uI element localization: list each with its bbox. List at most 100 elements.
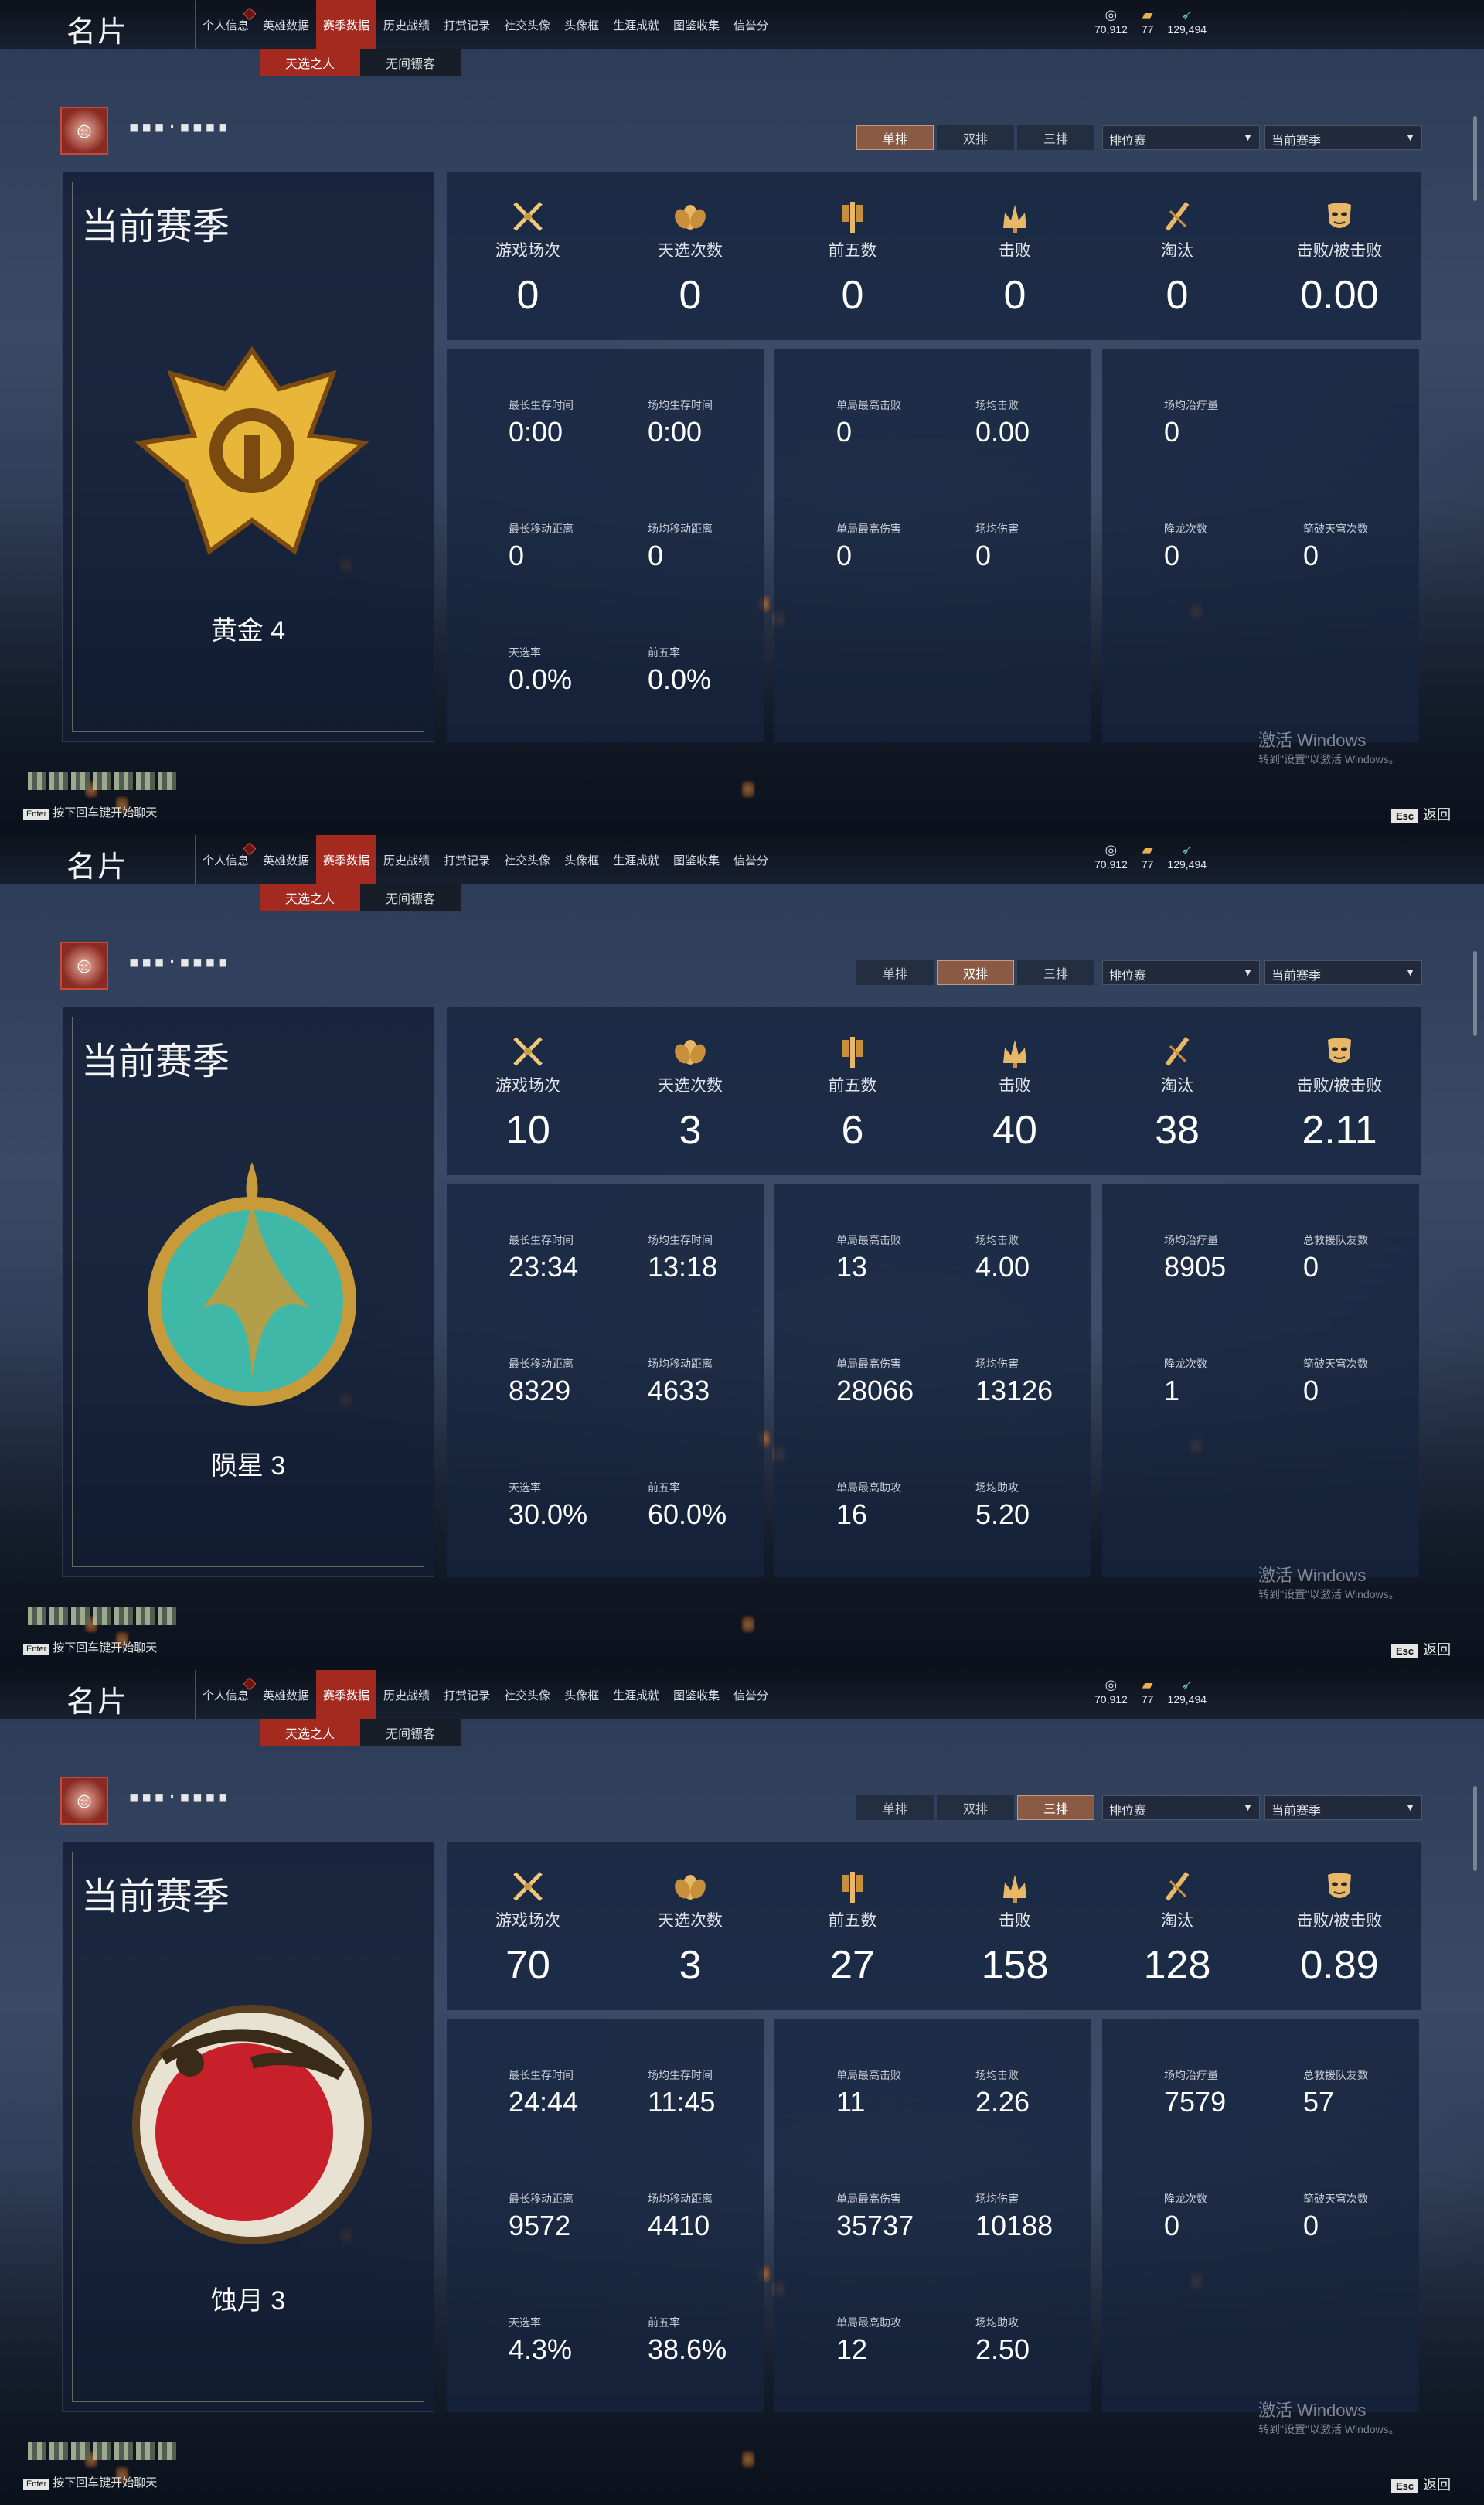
nav-tab-4[interactable]: 打赏记录 [437,0,497,49]
mode-tab-1[interactable]: 双排 [937,1795,1014,1820]
season-dropdown[interactable]: 当前赛季 ▼ [1264,1795,1422,1820]
support-stats-block: 场均治疗量 7579 总救援队友数 57 降龙次数 0 箭破天穹次数 0 [1102,2019,1419,2412]
nav-tab-label: 历史战绩 [383,19,431,32]
mode-tab-2[interactable]: 三排 [1017,960,1094,985]
detail-stat: 场均移动距离 4410 [648,2191,787,2242]
nav-tab-9[interactable]: 信誉分 [727,1670,775,1719]
nav-tab-8[interactable]: 图鉴收集 [666,835,727,884]
nav-tab-label: 历史战绩 [383,854,431,867]
watermark-subtitle: 转到"设置"以激活 Windows。 [1258,1588,1400,1600]
nav-tab-4[interactable]: 打赏记录 [437,835,497,884]
mode-tab-0[interactable]: 单排 [856,1795,934,1820]
nav-tab-9[interactable]: 信誉分 [727,835,775,884]
crown-icon [993,196,1036,237]
subtab-1[interactable]: 无间镖客 [360,1719,461,1746]
detail-stat: 最长生存时间 23:34 [509,1232,648,1283]
slash-icon [1156,196,1199,237]
nav-tab-1[interactable]: 英雄数据 [256,0,316,49]
nav-tab-5[interactable]: 社交头像 [497,0,557,49]
nav-tab-label: 赛季数据 [323,19,370,32]
watermark-title: 激活 Windows [1258,1566,1367,1585]
nav-tab-8[interactable]: 图鉴收集 [666,0,727,49]
mode-tab-2[interactable]: 三排 [1017,125,1094,150]
mask-icon [1318,1866,1361,1907]
stat-value: 128 [1143,1943,1211,1988]
nav-tab-3[interactable]: 历史战绩 [376,1670,437,1719]
nav-tab-6[interactable]: 头像框 [557,0,606,49]
detail-value: 0 [1303,2210,1319,2241]
nav-tab-2[interactable]: 赛季数据 [316,0,377,49]
nav-tab-3[interactable]: 历史战绩 [376,0,437,49]
subtab-0[interactable]: 天选之人 [260,1719,360,1746]
detail-value: 0 [836,540,853,571]
detail-stat: 天选率 30.0% [509,1480,648,1531]
nav-tab-6[interactable]: 头像框 [557,835,606,884]
nav-tab-0[interactable]: 个人信息 [196,835,257,884]
detail-value: 12 [836,2333,868,2365]
scrollbar[interactable] [1473,1786,1477,1871]
subtab-0[interactable]: 天选之人 [260,884,360,911]
detail-stat: 最长移动距离 0 [509,521,648,572]
detail-stat: 降龙次数 0 [1164,2191,1303,2242]
nav-tab-0[interactable]: 个人信息 [196,0,257,49]
scrollbar[interactable] [1473,116,1477,201]
detail-stat: 单局最高击败 0 [836,397,975,448]
nav-tab-label: 图鉴收集 [673,1689,720,1702]
stat-item: 击败 0 [934,172,1096,340]
top-bar: 名片 个人信息 英雄数据 赛季数据 历史战绩 打赏记录 社交头像 头像框 生涯成就 图鉴收集 信誉分… [0,835,1484,884]
nav-tab-7[interactable]: 生涯成就 [606,0,666,49]
currency-value: 77 [1141,858,1154,871]
match-type-dropdown[interactable]: 排位赛 ▼ [1102,960,1260,985]
back-label: 返回 [1423,1642,1452,1658]
watermark-title: 激活 Windows [1258,2401,1367,2420]
scrollbar[interactable] [1473,951,1477,1036]
mode-tab-0[interactable]: 单排 [856,125,934,150]
stat-value: 0.89 [1300,1943,1379,1988]
currency-item: ◎ 70,912 [1094,6,1128,36]
stat-label: 淘汰 [1161,1912,1193,1930]
nav-tab-2[interactable]: 赛季数据 [316,1670,377,1719]
match-type-dropdown[interactable]: 排位赛 ▼ [1102,125,1260,150]
chat-hint[interactable]: Enter 按下回车键开始聊天 [23,804,157,820]
stat-value: 0 [1166,273,1189,318]
nav-tab-1[interactable]: 英雄数据 [256,1670,316,1719]
season-dropdown[interactable]: 当前赛季 ▼ [1264,125,1422,150]
nav-tab-7[interactable]: 生涯成就 [606,835,666,884]
nav-tab-2[interactable]: 赛季数据 [316,835,377,884]
stat-value: 0 [1003,273,1026,318]
nav-tab-6[interactable]: 头像框 [557,1670,606,1719]
match-type-dropdown[interactable]: 排位赛 ▼ [1102,1795,1260,1820]
subtab-1[interactable]: 无间镖客 [360,49,461,76]
subtab-0[interactable]: 天选之人 [260,49,360,76]
mode-tab-1[interactable]: 双排 [937,125,1014,150]
avatar[interactable]: ☺ [60,942,108,990]
nav-tab-4[interactable]: 打赏记录 [437,1670,497,1719]
back-button[interactable]: Esc 返回 [1391,804,1451,824]
back-button[interactable]: Esc 返回 [1391,2474,1451,2494]
nav-tab-3[interactable]: 历史战绩 [376,835,437,884]
nav-tab-5[interactable]: 社交头像 [497,835,557,884]
combat-stats-block: 单局最高击败 11 场均击败 2.26 单局最高伤害 35737 场均伤害 10188 单局最高… [774,2019,1091,2412]
mode-tab-2[interactable]: 三排 [1017,1795,1094,1820]
chat-hint[interactable]: Enter 按下回车键开始聊天 [23,1639,157,1655]
chat-hint[interactable]: Enter 按下回车键开始聊天 [23,2474,157,2490]
subtab-1[interactable]: 无间镖客 [360,884,461,911]
back-button[interactable]: Esc 返回 [1391,1639,1451,1659]
stat-label: 天选次数 [658,1077,723,1095]
nav-tab-0[interactable]: 个人信息 [196,1670,257,1719]
nav-tab-8[interactable]: 图鉴收集 [666,1670,727,1719]
mode-tab-0[interactable]: 单排 [856,960,934,985]
detail-value: 35737 [836,2210,914,2241]
mode-tab-1[interactable]: 双排 [937,960,1014,985]
nav-tab-1[interactable]: 英雄数据 [256,835,316,884]
detail-label: 单局最高伤害 [836,523,901,535]
avatar[interactable]: ☺ [60,107,108,155]
detail-stat: 单局最高伤害 28066 [836,1356,975,1407]
season-dropdown[interactable]: 当前赛季 ▼ [1264,960,1422,985]
detail-value: 2.26 [975,2086,1030,2118]
nav-tab-7[interactable]: 生涯成就 [606,1670,666,1719]
avatar[interactable]: ☺ [60,1777,108,1825]
nav-tab-9[interactable]: 信誉分 [727,0,775,49]
nav-tab-label: 图鉴收集 [673,854,720,867]
nav-tab-5[interactable]: 社交头像 [497,1670,557,1719]
